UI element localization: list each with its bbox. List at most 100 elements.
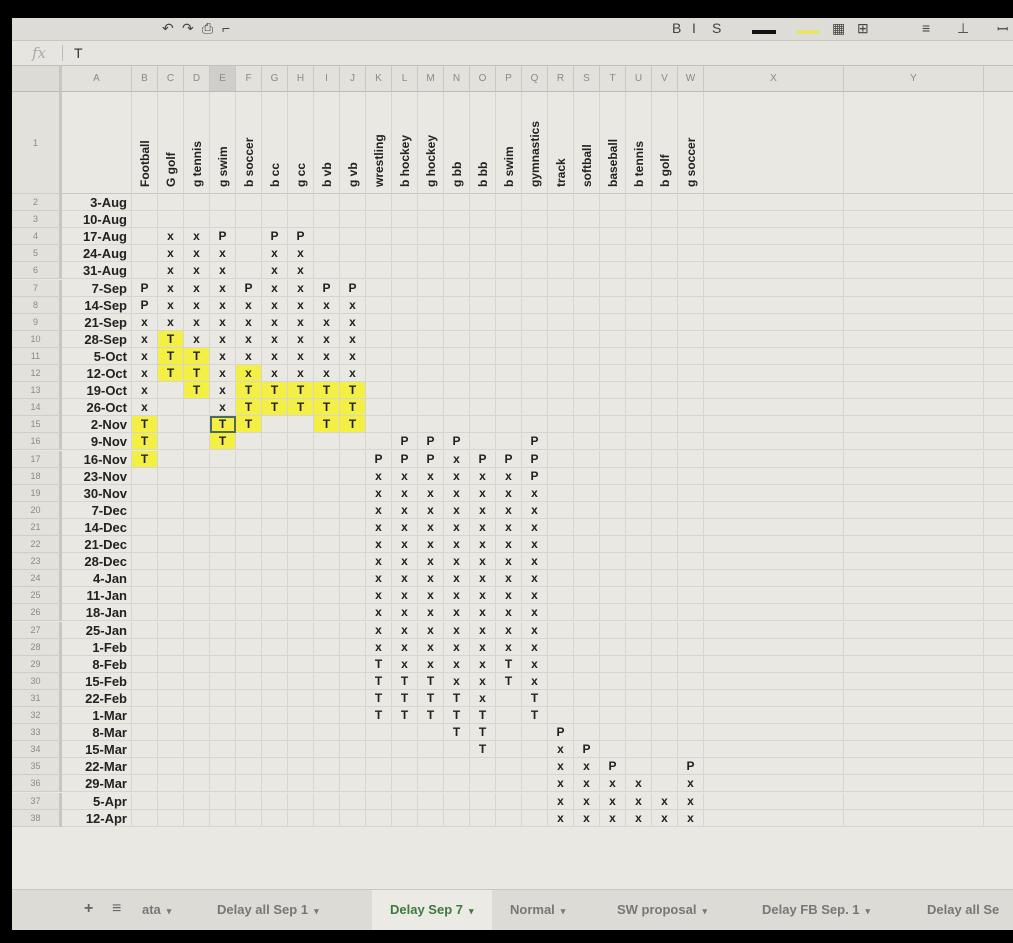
row-header[interactable]: 23 [12,553,62,571]
empty-cell[interactable] [626,570,652,588]
empty-cell[interactable] [626,296,652,314]
empty-cell[interactable] [844,758,984,776]
empty-cell[interactable] [262,672,288,690]
fill-color-icon[interactable] [797,30,819,34]
empty-cell[interactable] [184,211,210,229]
empty-cell[interactable] [444,296,470,314]
empty-cell[interactable] [184,604,210,622]
empty-cell[interactable] [574,450,600,468]
date-cell[interactable]: 5-Oct [62,347,132,365]
sport-header-cell[interactable]: softball [574,92,600,194]
empty-cell[interactable] [652,741,678,759]
empty-cell[interactable] [158,758,184,776]
empty-cell[interactable] [522,330,548,348]
empty-cell[interactable] [652,707,678,725]
sheet-tab[interactable]: Delay FB Sep. 1 ▾ [762,902,870,917]
empty-cell[interactable] [548,211,574,229]
empty-cell[interactable] [288,570,314,588]
empty-cell[interactable] [418,211,444,229]
column-header-l[interactable]: L [392,66,418,92]
empty-cell[interactable] [574,262,600,280]
schedule-cell[interactable]: x [418,518,444,536]
empty-cell[interactable] [626,211,652,229]
date-cell[interactable]: 3-Aug [62,194,132,212]
empty-cell[interactable] [236,433,262,451]
schedule-cell[interactable]: T [418,707,444,725]
schedule-cell[interactable]: x [496,570,522,588]
empty-cell[interactable] [600,518,626,536]
empty-cell[interactable] [262,707,288,725]
schedule-cell[interactable]: x [418,467,444,485]
row-header[interactable]: 18 [12,467,62,485]
empty-cell[interactable] [158,809,184,827]
sheet-tab[interactable]: Normal ▾ [510,902,565,917]
sheet-tab[interactable]: SW proposal ▾ [617,902,707,917]
empty-cell[interactable] [470,279,496,297]
empty-cell[interactable] [210,655,236,673]
empty-cell[interactable] [496,399,522,417]
schedule-cell[interactable]: T [444,724,470,742]
schedule-cell[interactable]: T [288,399,314,417]
empty-cell[interactable] [496,211,522,229]
schedule-cell[interactable]: T [158,365,184,383]
empty-cell[interactable] [366,724,392,742]
empty-cell[interactable] [626,347,652,365]
sport-header-cell[interactable]: Football [132,92,158,194]
empty-cell[interactable] [600,211,626,229]
empty-cell[interactable] [984,639,1013,656]
date-cell[interactable]: 25-Jan [62,621,132,639]
schedule-cell[interactable]: P [392,450,418,468]
empty-cell[interactable] [158,570,184,588]
schedule-cell[interactable]: x [652,809,678,827]
empty-cell[interactable] [600,279,626,297]
empty-cell[interactable] [678,194,704,212]
column-header-n[interactable]: N [444,66,470,92]
empty-cell[interactable] [132,792,158,810]
empty-cell[interactable] [496,741,522,759]
empty-cell[interactable] [548,638,574,656]
empty-cell[interactable] [678,689,704,707]
empty-cell[interactable] [132,587,158,605]
date-cell[interactable]: 26-Oct [62,399,132,417]
empty-cell[interactable] [470,211,496,229]
empty-cell[interactable] [132,758,158,776]
empty-cell[interactable] [340,689,366,707]
empty-cell[interactable] [984,451,1013,468]
schedule-cell[interactable]: x [522,672,548,690]
empty-cell[interactable] [984,416,1013,434]
empty-cell[interactable] [496,433,522,451]
empty-cell[interactable] [158,450,184,468]
empty-cell[interactable] [678,347,704,365]
empty-cell[interactable] [288,672,314,690]
empty-cell[interactable] [314,467,340,485]
schedule-cell[interactable]: P [366,450,392,468]
empty-cell[interactable] [626,724,652,742]
empty-cell[interactable] [600,450,626,468]
empty-cell[interactable] [678,211,704,229]
date-cell[interactable]: 7-Dec [62,501,132,519]
empty-cell[interactable] [844,707,984,725]
empty-cell[interactable] [678,382,704,400]
empty-cell[interactable] [314,621,340,639]
empty-cell[interactable] [444,741,470,759]
empty-cell[interactable] [600,638,626,656]
schedule-cell[interactable]: x [600,775,626,793]
empty-cell[interactable] [844,245,984,263]
empty-cell[interactable] [184,689,210,707]
empty-cell[interactable] [844,775,984,793]
empty-cell[interactable] [626,758,652,776]
schedule-cell[interactable]: x [522,484,548,502]
empty-cell[interactable] [496,228,522,246]
empty-cell[interactable] [548,279,574,297]
empty-cell[interactable] [184,536,210,554]
empty-cell[interactable] [984,758,1013,776]
row-header[interactable]: 11 [12,347,62,365]
empty-cell[interactable] [158,707,184,725]
empty-cell[interactable] [392,228,418,246]
empty-cell[interactable] [392,365,418,383]
empty-cell[interactable] [704,809,844,827]
sport-header-cell[interactable]: b golf [652,92,678,194]
empty-cell[interactable] [678,536,704,554]
schedule-cell[interactable]: x [548,792,574,810]
empty-cell[interactable] [236,536,262,554]
